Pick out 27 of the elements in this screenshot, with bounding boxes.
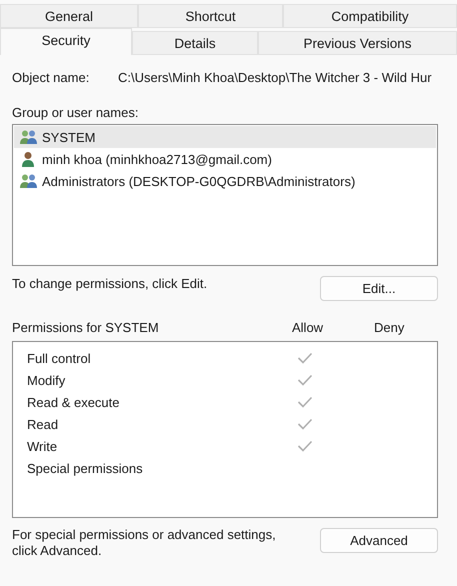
advanced-hint: For special permissions or advanced settings, click Advanced. xyxy=(12,527,277,559)
object-name-value: C:\Users\Minh Khoa\Desktop\The Witcher 3 - Wild Hur xyxy=(118,70,432,85)
group-list-label: Group or user names: xyxy=(12,105,140,120)
allow-header: Allow xyxy=(292,320,324,335)
object-name-label: Object name: xyxy=(12,70,90,85)
permission-name: Full control xyxy=(27,350,92,366)
tab[interactable]: Shortcut xyxy=(138,4,283,28)
edit-hint: To change permissions, click Edit. xyxy=(12,276,208,291)
edit-button[interactable]: Edit... xyxy=(320,276,438,301)
permissions-title: Permissions for SYSTEM xyxy=(12,320,160,335)
users-icon xyxy=(19,129,39,145)
group-list-item[interactable]: Administrators (DESKTOP-G0QGDRB\Administrators) xyxy=(14,170,436,192)
deny-header: Deny xyxy=(374,320,406,335)
tab[interactable]: Previous Versions xyxy=(258,31,457,55)
tab[interactable]: Security xyxy=(0,28,132,55)
permission-name: Special permissions xyxy=(27,460,144,476)
tab[interactable]: Compatibility xyxy=(283,4,457,28)
permission-name: Read xyxy=(27,416,60,432)
group-list-item[interactable]: minh khoa (minhkhoa2713@gmail.com) xyxy=(14,148,436,170)
tab[interactable]: Details xyxy=(132,31,258,55)
group-list-item[interactable]: SYSTEM xyxy=(14,126,436,148)
permission-name: Read & execute xyxy=(27,394,121,410)
advanced-button[interactable]: Advanced xyxy=(320,528,438,553)
permission-name: Modify xyxy=(27,372,66,388)
users-icon xyxy=(19,173,39,189)
permission-name: Write xyxy=(27,438,58,454)
tab[interactable]: General xyxy=(0,4,138,28)
